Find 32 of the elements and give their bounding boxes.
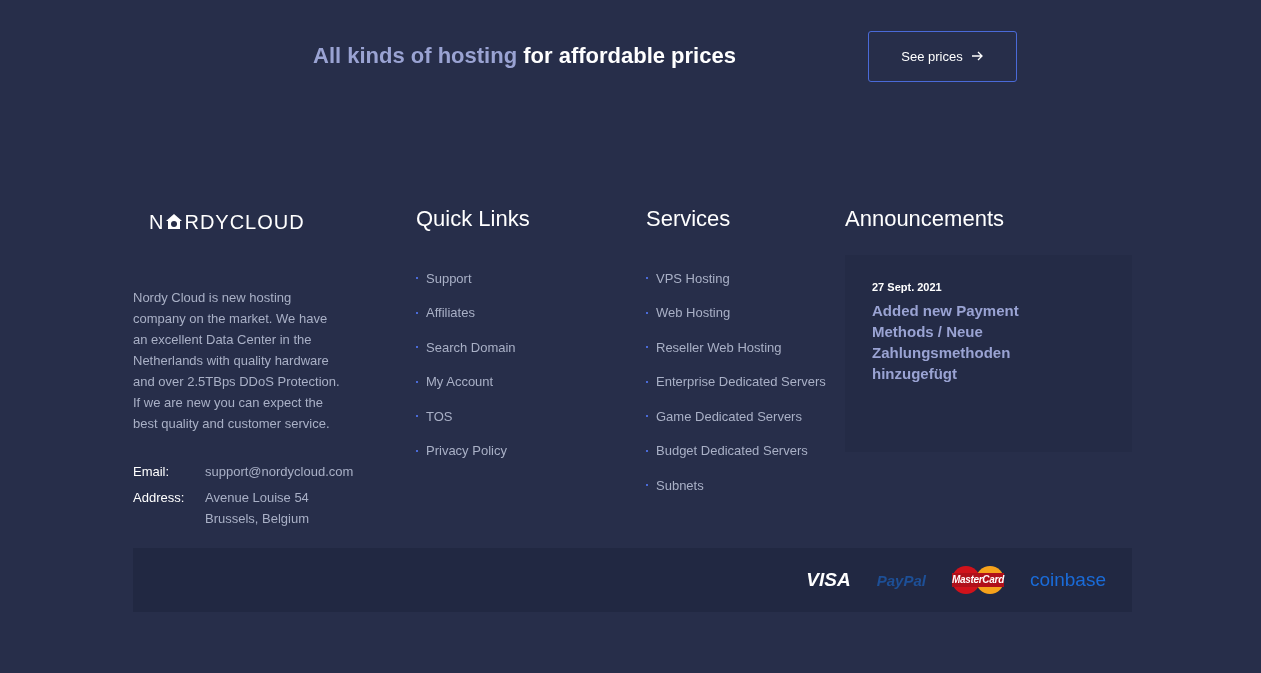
- see-prices-button[interactable]: See prices: [868, 30, 1017, 82]
- footer-link[interactable]: Budget Dedicated Servers: [656, 443, 808, 459]
- footer-link[interactable]: Subnets: [656, 477, 704, 493]
- coinbase-logo: coinbase: [1029, 569, 1106, 591]
- footer-link[interactable]: My Account: [426, 374, 494, 390]
- footer-link[interactable]: Enterprise Dedicated Servers: [656, 374, 826, 390]
- column-heading: Announcements: [845, 206, 1005, 232]
- footer-link[interactable]: VPS Hosting: [656, 270, 730, 286]
- footer-link[interactable]: Game Dedicated Servers: [656, 408, 802, 424]
- footer-link[interactable]: Affiliates: [426, 305, 475, 321]
- mastercard-logo: MasterCard: [951, 566, 1004, 594]
- footer-link[interactable]: TOS: [426, 408, 453, 424]
- logo[interactable]: N RDYCLOUD: [149, 212, 416, 232]
- contact-label: Address:: [133, 489, 186, 507]
- banner-heading: All kinds of hosting for affordable prices: [313, 43, 737, 69]
- footer-link[interactable]: Support: [426, 270, 472, 286]
- arrow-right-icon: [970, 50, 984, 62]
- footer-link[interactable]: Web Hosting: [656, 305, 731, 321]
- paypal-logo: PayPal: [876, 571, 926, 589]
- contact-value: support@nordycloud.com: [205, 463, 354, 481]
- column-heading: Services: [646, 206, 732, 232]
- footer-link[interactable]: Search Domain: [426, 339, 516, 355]
- announcement-date: 27 Sept. 2021: [872, 281, 943, 293]
- footer-link[interactable]: Reseller Web Hosting: [656, 339, 782, 355]
- contact-value: Avenue Louise 54: [205, 489, 310, 507]
- contact-value: Brussels, Belgium: [205, 510, 310, 528]
- contact-label: Email:: [133, 463, 171, 481]
- footer-link[interactable]: Privacy Policy: [426, 443, 507, 459]
- about-text: Nordy Cloud is new hosting company on the market. We have an excellent Data Center in the Netherlands with quality hardware and over 2.5TBps DDoS Protection. If we are new you can expect the best quality and customer service.: [133, 289, 341, 433]
- column-heading: Quick Links: [416, 206, 531, 232]
- announcement-link[interactable]: Added new Payment Methods / Neue Zahlungsmethoden hinzugefügt: [872, 300, 1047, 384]
- visa-logo: VISA: [806, 569, 851, 591]
